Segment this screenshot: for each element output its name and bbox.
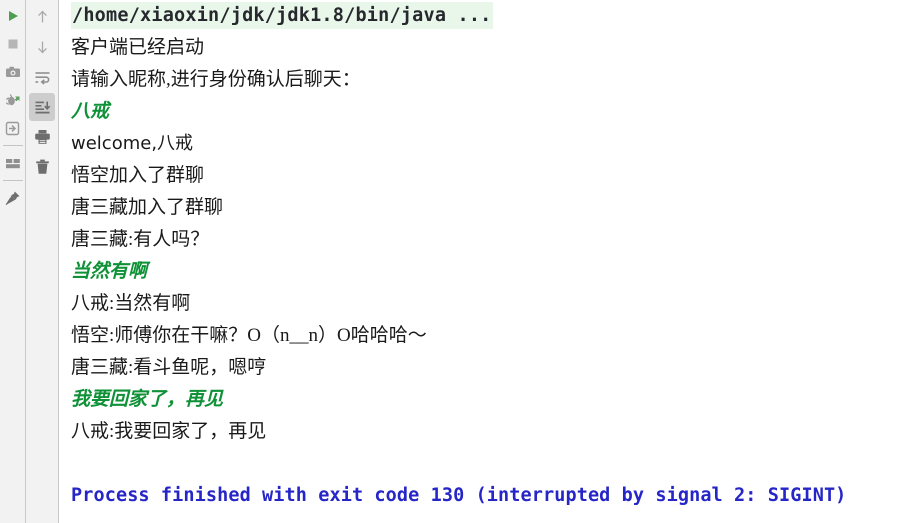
clear-all-button[interactable] — [29, 153, 55, 181]
console-line-output: 唐三藏:看斗鱼呢，嗯哼 — [71, 357, 267, 378]
console-line-output: 唐三藏加入了群聊 — [71, 197, 224, 218]
console-line-command: /home/xiaoxin/jdk/jdk1.8/bin/java ... — [71, 0, 917, 32]
run-tool-window: /home/xiaoxin/jdk/jdk1.8/bin/java ... 客户… — [0, 0, 917, 523]
scroll-to-end-icon — [34, 100, 51, 115]
printer-icon — [34, 129, 51, 145]
console-view-toolbar — [26, 0, 59, 523]
console-line-output: welcome,八戒 — [71, 133, 194, 154]
soft-wrap-icon — [34, 70, 51, 85]
console-line-user-input: 我要回家了，再见 — [71, 389, 224, 410]
pin-tab-button[interactable] — [1, 185, 25, 211]
console-line-exit-message: Process finished with exit code 130 (int… — [71, 485, 847, 506]
next-occurrence-button[interactable] — [29, 33, 55, 61]
pin-icon — [5, 190, 21, 206]
console-line-output: 唐三藏:有人吗？ — [71, 229, 210, 250]
print-button[interactable] — [29, 123, 55, 151]
layout-split-icon — [5, 157, 21, 170]
console-line-output: 八戒:我要回家了，再见 — [71, 421, 267, 442]
bug-restart-icon — [5, 93, 21, 108]
restart-debugger-button[interactable] — [1, 87, 25, 113]
arrow-down-icon — [35, 39, 50, 55]
rerun-button[interactable] — [1, 3, 25, 29]
layout-settings-button[interactable] — [1, 150, 25, 176]
scroll-to-end-button[interactable] — [29, 93, 55, 121]
console-line-user-input: 八戒 — [71, 101, 110, 122]
soft-wrap-button[interactable] — [29, 63, 55, 91]
console-line-user-input: 当然有啊 — [71, 261, 148, 282]
run-console-output[interactable]: /home/xiaoxin/jdk/jdk1.8/bin/java ... 客户… — [59, 0, 917, 523]
attach-arrow-into-box-icon — [5, 121, 20, 136]
console-line-output: 悟空:师傅你在干嘛？O（n__n）O哈哈哈～ — [71, 325, 427, 346]
stop-button[interactable] — [1, 31, 25, 57]
console-line-output: 请输入昵称,进行身份确认后聊天： — [71, 69, 361, 90]
camera-icon — [5, 65, 21, 79]
thread-dump-button[interactable] — [1, 59, 25, 85]
attach-process-button[interactable] — [1, 115, 25, 141]
trash-icon — [35, 159, 50, 175]
console-line-output: 八戒:当然有啊 — [71, 293, 191, 314]
console-line-output: 悟空加入了群聊 — [71, 165, 205, 186]
stop-square-icon — [6, 37, 20, 51]
run-actions-toolbar — [0, 0, 26, 523]
console-line-text: /home/xiaoxin/jdk/jdk1.8/bin/java ... — [71, 2, 493, 29]
arrow-up-icon — [35, 9, 50, 25]
previous-occurrence-button[interactable] — [29, 3, 55, 31]
toolbar-separator-2 — [2, 180, 23, 181]
play-icon — [6, 9, 20, 23]
toolbar-separator-1 — [2, 145, 23, 146]
console-line-output: 客户端已经启动 — [71, 37, 205, 58]
